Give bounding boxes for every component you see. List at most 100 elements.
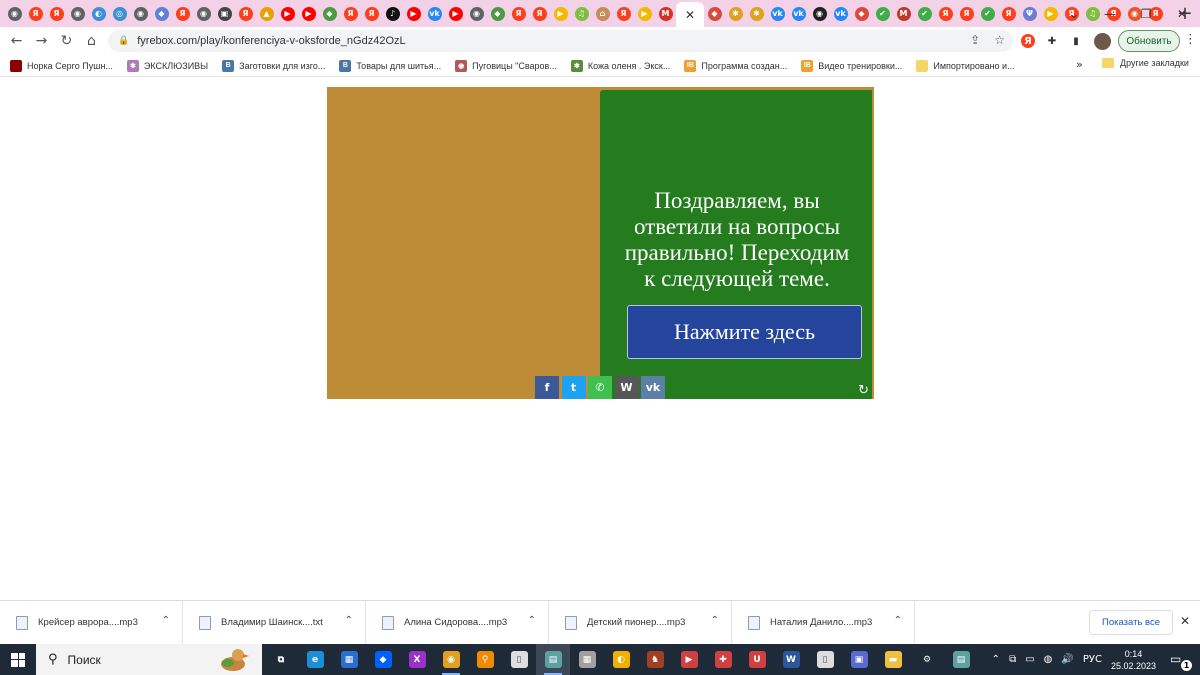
browser-tab[interactable]: ▲ — [256, 3, 277, 25]
taskbar-app[interactable]: ▯ — [808, 644, 842, 675]
continue-button[interactable]: Нажмите здесь — [627, 305, 862, 359]
wordpress-icon[interactable]: W — [614, 376, 639, 399]
replay-icon[interactable]: ↻ — [858, 383, 869, 398]
other-bookmarks[interactable]: Другие закладки — [1102, 58, 1189, 68]
close-downloads-icon[interactable]: ✕ — [1180, 614, 1190, 628]
profile-avatar[interactable] — [1094, 31, 1111, 51]
tab-search-icon[interactable]: ⌄ — [1056, 7, 1092, 21]
browser-tab[interactable]: ⌂ — [592, 3, 613, 25]
taskbar-app[interactable]: ⧉ — [264, 644, 298, 675]
browser-tab[interactable]: ◐ — [88, 3, 109, 25]
browser-tab[interactable]: ♪ — [382, 3, 403, 25]
taskbar-app[interactable]: ◉ — [434, 644, 468, 675]
browser-tab[interactable]: ▶ — [634, 3, 655, 25]
bookmark-item[interactable]: ✱ ЭКСКЛЮЗИВЫ — [126, 56, 208, 76]
active-browser-tab[interactable]: ✕ — [676, 2, 704, 27]
vk-icon[interactable]: vk — [641, 376, 665, 399]
browser-tab[interactable]: vk — [767, 3, 788, 25]
taskbar-app[interactable]: ▦ — [332, 644, 366, 675]
yandex-icon[interactable]: Я — [1021, 34, 1035, 48]
forward-icon[interactable]: → — [29, 29, 54, 53]
bookmark-item[interactable]: B Товары для шитья... — [339, 56, 441, 76]
battery-icon[interactable]: ▭ — [1025, 654, 1034, 665]
back-icon[interactable]: ← — [4, 29, 29, 53]
taskbar-app[interactable]: ⚙ — [910, 644, 944, 675]
browser-tab[interactable]: M — [655, 3, 676, 25]
menu-icon[interactable]: ⋮ — [1184, 32, 1197, 47]
download-item[interactable]: Наталия Данило....mp3 ⌃ — [732, 600, 915, 645]
browser-tab[interactable]: Ψ — [1019, 3, 1040, 25]
close-tab-icon[interactable]: ✕ — [685, 8, 695, 22]
browser-tab[interactable]: ♫ — [571, 3, 592, 25]
taskbar-app[interactable]: ♞ — [638, 644, 672, 675]
browser-tab[interactable]: vk — [788, 3, 809, 25]
restore-icon[interactable]: ❐ — [1128, 7, 1164, 21]
browser-tab[interactable]: ◉ — [130, 3, 151, 25]
bookmark-item[interactable]: ◉ Пуговицы "Сваров... — [455, 56, 557, 76]
browser-tab[interactable]: ◆ — [704, 3, 725, 25]
twitter-icon[interactable]: t — [561, 376, 586, 399]
taskbar-app[interactable]: ◐ — [604, 644, 638, 675]
browser-tab[interactable]: Я — [172, 3, 193, 25]
browser-tab[interactable]: Я — [340, 3, 361, 25]
language-indicator[interactable]: РУС — [1083, 654, 1102, 665]
browser-tab[interactable]: ▶ — [403, 3, 424, 25]
download-item[interactable]: Алина Сидорова....mp3 ⌃ — [366, 600, 549, 645]
browser-tab[interactable]: Я — [25, 3, 46, 25]
download-item[interactable]: Крейсер аврора....mp3 ⌃ — [0, 600, 183, 645]
browser-tab[interactable]: M — [893, 3, 914, 25]
wifi-icon[interactable]: ◍ — [1044, 654, 1053, 665]
taskbar-app[interactable]: ▶ — [672, 644, 706, 675]
browser-tab[interactable]: ◆ — [851, 3, 872, 25]
browser-tab[interactable]: ▶ — [445, 3, 466, 25]
whatsapp-icon[interactable]: ✆ — [588, 376, 612, 399]
browser-tab[interactable]: ◆ — [151, 3, 172, 25]
show-all-downloads-button[interactable]: Показать все — [1089, 610, 1173, 635]
browser-tab[interactable]: ◉ — [4, 3, 25, 25]
chevron-up-icon[interactable]: ⌃ — [345, 615, 353, 626]
minimize-icon[interactable]: — — [1092, 7, 1128, 21]
browser-tab[interactable]: ◆ — [487, 3, 508, 25]
browser-tab[interactable]: Я — [998, 3, 1019, 25]
bookmark-star-icon[interactable]: ☆ — [994, 33, 1005, 47]
browser-tab[interactable]: ◉ — [193, 3, 214, 25]
browser-tab[interactable]: ▶ — [277, 3, 298, 25]
browser-tab[interactable]: Я — [613, 3, 634, 25]
chevron-up-icon[interactable]: ⌃ — [711, 615, 719, 626]
taskbar-app[interactable]: ✚ — [706, 644, 740, 675]
taskbar-app[interactable]: ▤ — [536, 644, 570, 675]
download-item[interactable]: Владимир Шаинск....txt ⌃ — [183, 600, 366, 645]
browser-tab[interactable]: Я — [361, 3, 382, 25]
browser-tab[interactable]: ◎ — [109, 3, 130, 25]
taskbar-app[interactable]: X — [400, 644, 434, 675]
browser-tab[interactable]: ✔ — [914, 3, 935, 25]
tray-chevron-icon[interactable]: ⌃ — [992, 654, 1000, 665]
bookmark-item[interactable]: IB Видео тренировки... — [801, 56, 902, 76]
address-bar[interactable]: 🔒 fyrebox.com/play/konferenciya-v-oksfor… — [108, 30, 1013, 52]
browser-tab[interactable]: Я — [956, 3, 977, 25]
volume-icon[interactable]: 🔊 — [1061, 654, 1073, 665]
taskbar-app[interactable]: U — [740, 644, 774, 675]
sidebar-icon[interactable]: ▮ — [1069, 34, 1083, 48]
browser-tab[interactable]: ✱ — [725, 3, 746, 25]
taskbar-app[interactable]: ◆ — [366, 644, 400, 675]
browser-tab[interactable]: vk — [830, 3, 851, 25]
taskbar-app[interactable]: ▯ — [502, 644, 536, 675]
taskbar-app[interactable]: ▣ — [842, 644, 876, 675]
bookmarks-more-icon[interactable]: » — [1076, 58, 1083, 71]
browser-tab[interactable]: Я — [46, 3, 67, 25]
update-button[interactable]: Обновить — [1118, 30, 1180, 52]
browser-tab[interactable]: ▶ — [298, 3, 319, 25]
browser-tab[interactable]: ✔ — [872, 3, 893, 25]
puzzle-icon[interactable]: ✚ — [1045, 34, 1059, 48]
download-item[interactable]: Детский пионер....mp3 ⌃ — [549, 600, 732, 645]
bookmark-item[interactable]: IB Программа создан... — [684, 56, 787, 76]
lock-icon[interactable]: 🔒 — [118, 36, 129, 46]
tray-app-icon[interactable]: ⧉ — [1009, 654, 1016, 665]
close-window-icon[interactable]: ✕ — [1164, 7, 1200, 21]
chevron-up-icon[interactable]: ⌃ — [894, 615, 902, 626]
browser-tab[interactable]: Я — [529, 3, 550, 25]
facebook-icon[interactable]: f — [535, 376, 559, 399]
bookmark-item[interactable]: ✱ Кожа оленя . Экск... — [570, 56, 670, 76]
url-text[interactable]: fyrebox.com/play/konferenciya-v-oksforde… — [137, 35, 405, 47]
